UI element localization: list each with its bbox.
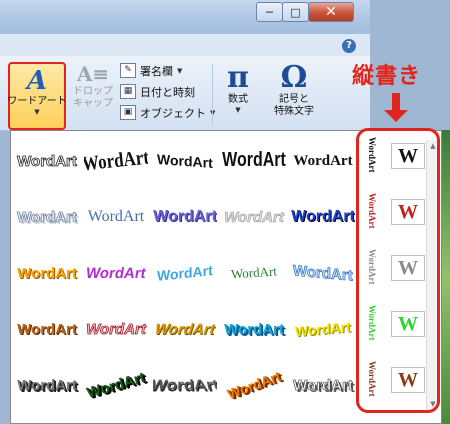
equation-label: 数式 <box>228 94 248 105</box>
wordart-label: ワードアート <box>7 96 67 107</box>
wordart-sample-text: WordArt <box>17 152 78 170</box>
wordart-style-option[interactable]: WordArt <box>222 359 286 411</box>
wordart-sample-text: WordArt <box>153 208 217 225</box>
date-time-label: 日付と時刻 <box>140 85 195 99</box>
dropcap-label-line1: ドロップ <box>73 86 113 97</box>
wordart-sample-text: WordArt <box>224 320 284 338</box>
signature-line-button[interactable]: ✎ 署名欄 ▼ <box>120 62 215 79</box>
signature-line-label: 署名欄 <box>140 64 173 78</box>
wordart-sample-text: WordArt <box>17 320 77 338</box>
wordart-style-option[interactable]: WordArt <box>222 191 286 243</box>
chevron-down-icon: ▼ <box>34 108 40 116</box>
wordart-sample-text: WordArt <box>17 208 78 226</box>
wordart-style-option[interactable]: WordArt <box>15 247 79 299</box>
signature-icon: ✎ <box>120 63 136 78</box>
wordart-style-option[interactable]: WordArt <box>153 359 217 411</box>
wordart-style-option[interactable]: WordArt <box>222 135 286 187</box>
wordart-sample-text: WordArt <box>86 320 147 338</box>
object-button[interactable]: ▣ オブジェクト ▼ <box>120 104 215 121</box>
vertical-writing-annotation: 縦書き <box>352 64 422 89</box>
wordart-style-option[interactable]: WordArt <box>222 247 286 299</box>
vertical-styles-highlight <box>356 128 440 413</box>
minimize-button[interactable]: ─ <box>256 2 283 22</box>
title-bar: ─ □ ✕ <box>0 0 370 35</box>
wordart-style-option[interactable]: WordArt <box>153 247 217 299</box>
wordart-button[interactable]: A ワードアート ▼ <box>7 62 67 130</box>
ribbon-tab-strip <box>0 34 370 56</box>
wordart-style-option[interactable]: WordArt <box>153 135 217 187</box>
object-label: オブジェクト <box>140 106 206 120</box>
wordart-style-option[interactable]: WordArt <box>84 135 148 187</box>
wordart-sample-text: WordArt <box>157 262 213 284</box>
wordart-style-grid: WordArt WordArt WordArt WordArt WordArt WordA… <box>11 131 357 423</box>
group-divider <box>212 64 213 126</box>
wordart-style-option[interactable]: WordArt <box>15 135 79 187</box>
omega-icon: Ω <box>280 60 308 95</box>
wordart-style-option[interactable]: WordArt <box>15 359 79 411</box>
wordart-style-option[interactable]: WordArt <box>153 191 217 243</box>
wordart-style-option[interactable]: WordArt <box>222 303 286 355</box>
window-controls: ─ □ ✕ <box>256 2 354 24</box>
annotation-arrow-down-icon <box>384 110 408 122</box>
pi-icon: π <box>227 60 249 95</box>
wordart-style-option[interactable]: WordArt <box>291 135 355 187</box>
wordart-sample-text: WordArt <box>84 368 148 402</box>
wordart-style-option[interactable]: WordArt <box>15 303 79 355</box>
wordart-sample-text: WordArt <box>295 318 351 340</box>
wordart-sample-text: WordArt <box>84 264 148 282</box>
wordart-sample-text: WordArt <box>230 263 278 282</box>
equation-button[interactable]: π 数式 ▼ <box>218 62 258 128</box>
wordart-sample-text: WordArt <box>153 320 217 338</box>
wordart-sample-text: WordArt <box>291 208 355 225</box>
wordart-sample-text: WordArt <box>222 149 286 171</box>
symbol-label-line2: 特殊文字 <box>274 106 314 117</box>
calendar-icon: ▦ <box>120 84 136 99</box>
wordart-sample-text: WordArt <box>153 377 217 394</box>
wordart-sample-text: WordArt <box>17 264 77 282</box>
wordart-sample-text: WordArt <box>293 261 354 285</box>
wordart-sample-text: WordArt <box>17 376 77 394</box>
wordart-style-option[interactable]: WordArt <box>291 191 355 243</box>
wordart-icon: A <box>26 66 48 96</box>
wordart-style-option[interactable]: WordArt <box>291 303 355 355</box>
wordart-sample-text: WordArt <box>84 145 148 176</box>
wordart-sample-text: WordArt <box>224 208 284 226</box>
dropcap-button[interactable]: A≡ ドロップ キャップ <box>72 62 114 128</box>
wordart-sample-text: WordArt <box>293 376 353 394</box>
help-icon[interactable]: ? <box>342 39 356 53</box>
object-icon: ▣ <box>120 105 136 120</box>
wordart-style-option[interactable]: WordArt <box>84 247 148 299</box>
chevron-down-icon: ▼ <box>177 66 183 75</box>
wordart-style-option[interactable]: WordArt <box>291 359 355 411</box>
background-desktop-edge <box>442 130 450 424</box>
close-button[interactable]: ✕ <box>308 2 354 22</box>
symbol-button[interactable]: Ω 記号と 特殊文字 <box>264 62 324 128</box>
wordart-style-option[interactable]: WordArt <box>291 247 355 299</box>
date-time-button[interactable]: ▦ 日付と時刻 <box>120 83 215 100</box>
annotation-arrow-shaft <box>392 93 400 111</box>
text-group-small-buttons: ✎ 署名欄 ▼ ▦ 日付と時刻 ▣ オブジェクト ▼ <box>120 62 215 121</box>
wordart-style-option[interactable]: WordArt <box>153 303 217 355</box>
symbol-label-line1: 記号と <box>279 94 309 105</box>
dropcap-icon: A≡ <box>76 62 110 86</box>
wordart-sample-text: WordArt <box>87 208 145 225</box>
wordart-style-option[interactable]: WordArt <box>84 191 148 243</box>
wordart-sample-text: WordArt <box>225 367 283 403</box>
dropcap-label-line2: キャップ <box>73 98 113 109</box>
wordart-style-option[interactable]: WordArt <box>84 359 148 411</box>
wordart-style-option[interactable]: WordArt <box>15 191 79 243</box>
wordart-sample-text: WordArt <box>293 152 353 169</box>
wordart-sample-text: WordArt <box>157 151 213 171</box>
restore-button[interactable]: □ <box>282 2 309 22</box>
word-insert-wordart-screen: ─ □ ✕ ? A ワードアート ▼ A≡ ドロップ キャップ ✎ 署名欄 ▼ … <box>0 0 450 424</box>
wordart-style-option[interactable]: WordArt <box>84 303 148 355</box>
chevron-down-icon: ▼ <box>235 106 241 114</box>
